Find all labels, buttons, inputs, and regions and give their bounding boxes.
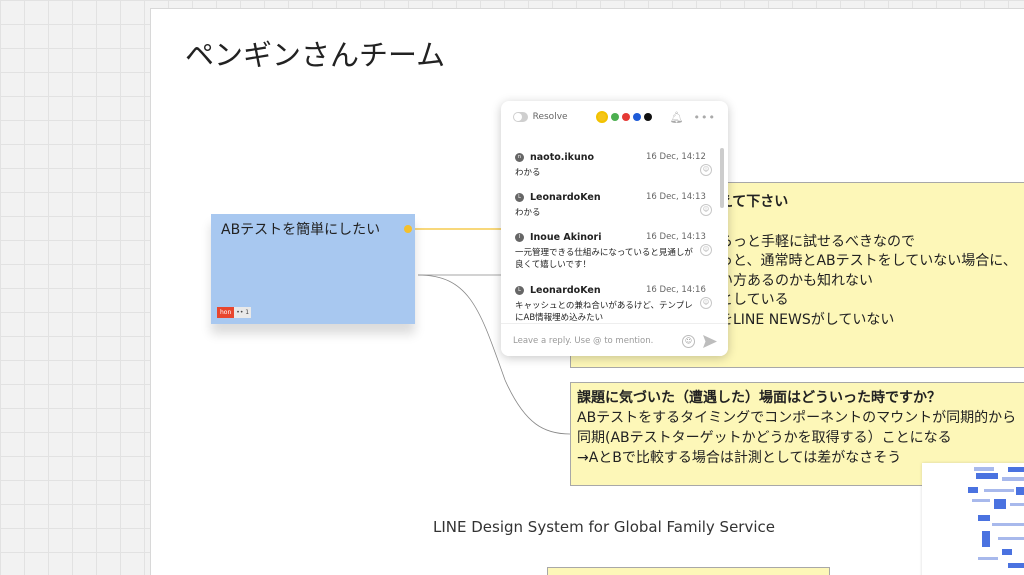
frame-title: ペンギンさんチーム <box>185 38 446 72</box>
avatar: n <box>515 152 524 162</box>
comment-item: L LeonardoKen 16 Dec, 14:13 わかる ☺ <box>515 190 715 219</box>
blue-sticky-note[interactable]: ABテストを簡単にしたい hon •• 1 <box>211 214 415 324</box>
thumbnail-block <box>976 473 998 479</box>
thumbnail-block <box>1010 503 1024 506</box>
thumbnail-block <box>978 557 998 560</box>
avatar: L <box>515 192 524 202</box>
note1-line: としている <box>719 292 789 308</box>
thumbnail-block <box>974 467 994 471</box>
section-caption: LINE Design System for Global Family Ser… <box>433 518 775 536</box>
comment-author: Inoue Akinori <box>530 231 602 243</box>
thumbnail-block <box>968 487 978 493</box>
color-swatch-red[interactable] <box>621 113 630 121</box>
thumbnail-block <box>1016 487 1024 495</box>
thumbnail-block <box>1008 563 1024 568</box>
add-reaction-icon[interactable]: ☺ <box>700 244 712 256</box>
avatar: I <box>515 232 524 242</box>
note1-title: えて下さい <box>719 194 789 210</box>
thumbnail-block <box>994 499 1006 509</box>
comment-author: LeonardoKen <box>530 284 601 296</box>
comment-time: 16 Dec, 14:13 <box>646 232 706 242</box>
color-swatch-yellow[interactable] <box>595 111 608 123</box>
comment-text: キャッシュとの兼ね合いがあるけど、テンプレにAB情報埋め込みたい <box>515 301 693 323</box>
thumbnail-block <box>984 489 1014 492</box>
comment-anchor-dot[interactable] <box>404 225 412 233</box>
send-icon[interactable] <box>702 334 718 349</box>
comment-time: 16 Dec, 14:13 <box>646 192 706 202</box>
more-options-icon[interactable]: ••• <box>694 111 716 124</box>
bell-icon[interactable]: 🔔︎ <box>670 111 684 124</box>
comment-text: わかる <box>515 208 541 218</box>
emoji-icon[interactable]: ☺ <box>682 335 695 348</box>
yellow-sticky-note-partial[interactable] <box>547 567 830 575</box>
comment-scrollbar[interactable] <box>720 148 724 208</box>
thumbnail-block <box>972 499 990 502</box>
comment-text: わかる <box>515 168 541 178</box>
resolve-label: Resolve <box>532 112 568 122</box>
thumbnail-block <box>1002 477 1024 481</box>
color-swatch-green[interactable] <box>610 113 619 121</box>
note2-line: 同期(ABテストターゲットかどうかを取得する）ことになる <box>577 430 952 446</box>
resolve-toggle[interactable] <box>513 112 528 122</box>
add-reaction-icon[interactable]: ☺ <box>700 164 712 176</box>
add-reaction-icon[interactable]: ☺ <box>700 204 712 216</box>
author-tag: hon •• 1 <box>217 307 252 318</box>
author-tag-name: hon <box>217 307 235 318</box>
reply-bar: ☺ <box>501 323 728 356</box>
color-picker <box>595 111 652 123</box>
note1-line: らっと手軽に試せるべきなので <box>719 234 915 250</box>
note1-line: をLINE NEWSがしていない <box>719 312 895 328</box>
add-reaction-icon[interactable]: ☺ <box>700 297 712 309</box>
thumbnail-block <box>1002 549 1012 555</box>
color-swatch-black[interactable] <box>643 113 652 121</box>
avatar: L <box>515 285 524 295</box>
comment-item: I Inoue Akinori 16 Dec, 14:13 一元管理できる仕組み… <box>515 230 715 271</box>
blue-note-text: ABテストを簡単にしたい <box>221 222 381 238</box>
thumbnail-block <box>982 531 990 547</box>
thumbnail-block <box>998 537 1024 540</box>
note1-line: い方あるのかも知れない <box>719 273 873 289</box>
thumbnail-block <box>978 515 990 521</box>
comment-time: 16 Dec, 14:16 <box>646 285 706 295</box>
comment-item: n naoto.ikuno 16 Dec, 14:12 わかる ☺ <box>515 150 715 179</box>
note2-line: ABテストをするタイミングでコンポーネントのマウントが同期的から <box>577 410 1017 426</box>
comment-author: LeonardoKen <box>530 191 601 203</box>
comment-count-icon: •• 1 <box>234 307 252 318</box>
note1-line: っと、通常時とABテストをしていない場合に、 <box>719 253 1017 269</box>
comment-thread-panel: Resolve 🔔︎ ••• n naoto.ikuno 16 Dec, 14:… <box>501 101 728 356</box>
color-swatch-blue[interactable] <box>632 113 641 121</box>
design-thumbnail[interactable] <box>922 463 1024 575</box>
comment-time: 16 Dec, 14:12 <box>646 152 706 162</box>
comment-panel-header: Resolve 🔔︎ ••• <box>501 101 728 133</box>
thumbnail-block <box>992 523 1024 526</box>
comment-text: 一元管理できる仕組みになっていると見通しが良くて嬉しいです！ <box>515 248 693 270</box>
note2-title: 課題に気づいた（遭遇した）場面はどういった時ですか？ <box>577 390 941 406</box>
comment-author: naoto.ikuno <box>530 151 595 163</box>
comment-item: L LeonardoKen 16 Dec, 14:16 キャッシュとの兼ね合いが… <box>515 283 715 324</box>
thumbnail-block <box>1008 467 1024 472</box>
reply-input[interactable] <box>513 336 673 346</box>
